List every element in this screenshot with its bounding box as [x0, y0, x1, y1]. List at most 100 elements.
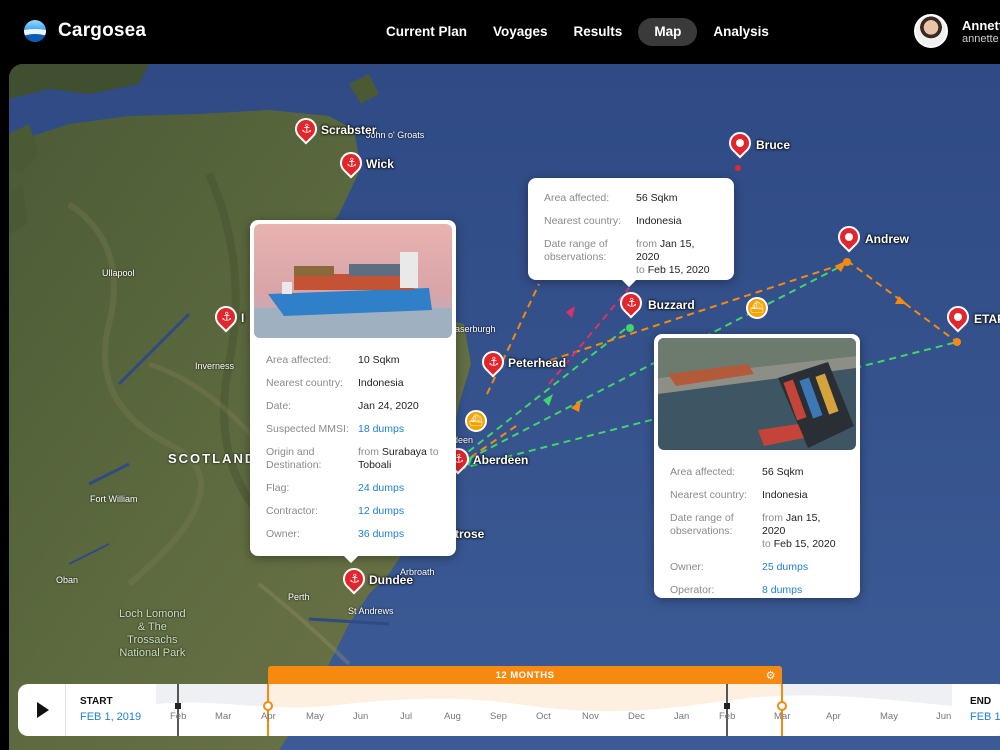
timeline-density-wave [156, 684, 952, 736]
origin-label: Origin and Destination: [266, 446, 322, 471]
ship-icon[interactable]: ⛴ [465, 410, 487, 432]
contractor-link[interactable]: 12 dumps [358, 505, 404, 518]
app-logo[interactable]: Cargosea [24, 20, 146, 42]
month-tick: Dec [628, 711, 645, 722]
anchor-icon: ⚓ [626, 295, 638, 310]
top-bar: Cargosea Current Plan Voyages Results Ma… [0, 0, 1000, 64]
place-aberdeen-small: deen [453, 435, 474, 445]
month-tick: Aug [444, 711, 461, 722]
country-value: Indonesia [636, 215, 682, 227]
month-tick: Sep [490, 711, 507, 722]
nav-map[interactable]: Map [638, 18, 698, 46]
month-tick: Jul [400, 711, 413, 722]
contractor-label: Contractor: [266, 505, 318, 517]
anchor-icon: ⚓ [301, 121, 313, 136]
mmsi-label: Suspected MMSI: [266, 423, 349, 435]
avatar[interactable] [914, 14, 948, 48]
month-tick: May [306, 711, 324, 722]
place-montrose: trose [455, 527, 485, 541]
date-label: Date: [266, 400, 292, 412]
cargosea-logo-icon [24, 20, 46, 42]
location-label-buzzard: Buzzard [648, 298, 695, 312]
flag-link[interactable]: 24 dumps [358, 482, 404, 495]
port-label-aberdeen: Aberdeen [473, 453, 529, 467]
end-label: END [970, 696, 992, 707]
user-name: Annett [962, 17, 1000, 33]
flag-label: Flag: [266, 482, 290, 494]
origin-value: from Surabaya to Toboali [358, 446, 439, 471]
port-label-scrabster: Scrabster [321, 123, 377, 137]
month-tick: Jan [674, 711, 690, 722]
area-label: Area affected: [544, 192, 610, 204]
month-tick: Feb [170, 711, 187, 722]
owner-label: Owner: [266, 528, 300, 540]
area-label: Area affected: [670, 466, 736, 478]
anchor-icon: ⚓ [488, 354, 500, 369]
country-label: Nearest country: [544, 215, 622, 227]
anchor-icon: ⚓ [221, 309, 233, 324]
vessel-photo [254, 224, 452, 338]
timeline-track[interactable]: Feb Mar Apr May Jun Jul Aug Sep Oct Nov … [156, 684, 952, 736]
nav-analysis[interactable]: Analysis [703, 18, 779, 46]
nav-results[interactable]: Results [564, 18, 633, 46]
user-email: annette [962, 32, 999, 45]
month-tick: Jun [936, 711, 952, 722]
location-label-andrew: Andrew [865, 232, 910, 246]
place-oban: Oban [56, 575, 79, 585]
app-name: Cargosea [58, 20, 147, 41]
month-tick: Apr [826, 711, 841, 722]
month-tick: Jun [353, 711, 369, 722]
anchor-icon: ⚓ [346, 155, 358, 170]
mmsi-link[interactable]: 18 dumps [358, 423, 404, 436]
area-value: 10 Sqkm [358, 354, 400, 366]
vessel-popup: Area affected: 10 Sqkm Nearest country: In… [250, 220, 456, 564]
port-label-wick: Wick [366, 157, 394, 171]
timeline-selection-bar[interactable]: 12 MONTHS ⚙ [268, 666, 782, 686]
observation-popup-top: Area affected: 56 Sqkm Nearest country: In… [528, 178, 734, 288]
port-popup: Area affected: 56 Sqkm Nearest country: In… [654, 334, 860, 598]
country-value: Indonesia [358, 377, 404, 389]
gear-icon[interactable]: ⚙ [766, 666, 776, 686]
month-tick: Mar [774, 711, 791, 722]
nav-current-plan[interactable]: Current Plan [376, 18, 477, 46]
country-label: Nearest country: [670, 489, 748, 501]
date-range-label: Date range of observations: [544, 238, 608, 263]
month-tick: May [880, 711, 898, 722]
user-menu[interactable]: Annett annette [914, 14, 1000, 48]
place-loch-lomond: Loch Lomond & The Trossachs National Par… [119, 608, 186, 659]
month-tick: Nov [582, 711, 599, 722]
port-label-peterhead: Peterhead [508, 356, 567, 370]
area-value: 56 Sqkm [636, 192, 678, 204]
month-tick: Apr [261, 711, 276, 722]
nav-voyages[interactable]: Voyages [483, 18, 558, 46]
start-date[interactable]: FEB 1, 2019 [80, 711, 141, 723]
date-value: Jan 24, 2020 [358, 400, 419, 412]
country-value: Indonesia [762, 489, 808, 501]
start-label: START [80, 696, 113, 707]
date-range-value: from Jan 15, 2020 to Feb 15, 2020 [636, 238, 710, 276]
timeline: START FEB 1, 2019 Feb Mar Apr May Jun Ju… [18, 684, 1000, 736]
operator-label: Operator: [670, 584, 715, 596]
map-view[interactable]: John o' Groats Ullapool Inverness SCOTLA… [9, 64, 1000, 750]
country-label: Nearest country: [266, 377, 344, 389]
area-label: Area affected: [266, 354, 332, 366]
place-fraserburgh: aserburgh [455, 324, 496, 334]
ship-icon[interactable]: ⛴ [746, 297, 768, 319]
selection-length: 12 MONTHS [495, 670, 555, 681]
date-range-value: from Jan 15, 2020 to Feb 15, 2020 [762, 512, 836, 550]
owner-link[interactable]: 36 dumps [358, 528, 404, 541]
place-perth: Perth [288, 592, 310, 602]
location-label-etap: ETAP [974, 312, 1000, 326]
area-value: 56 Sqkm [762, 466, 804, 478]
place-ullapool: Ullapool [102, 268, 135, 278]
end-date[interactable]: FEB 1, [970, 711, 1000, 723]
main-nav: Current Plan Voyages Results Map Analysi… [376, 18, 779, 46]
month-tick: Feb [719, 711, 736, 722]
anchor-icon: ⚓ [349, 571, 361, 586]
owner-link[interactable]: 25 dumps [762, 561, 808, 574]
operator-link[interactable]: 8 dumps [762, 584, 802, 597]
play-button[interactable] [18, 684, 66, 736]
owner-label: Owner: [670, 561, 704, 573]
port-label-inverness: I [241, 311, 245, 325]
month-tick: Mar [215, 711, 232, 722]
